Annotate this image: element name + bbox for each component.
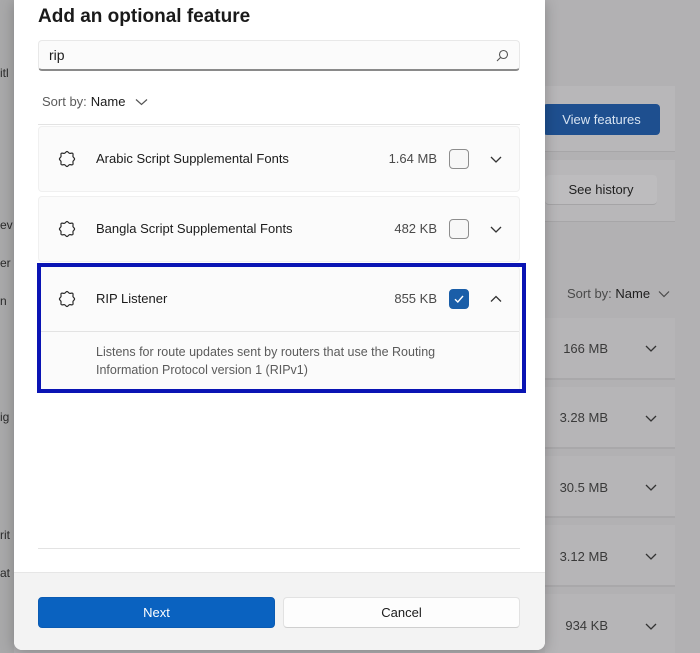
background-left-panel bbox=[0, 0, 14, 653]
checkmark-icon bbox=[454, 295, 464, 304]
list-bottom-divider bbox=[38, 548, 520, 549]
feature-size: 855 KB bbox=[394, 291, 437, 306]
background-feature-size: 166 MB bbox=[563, 341, 608, 356]
sort-value: Name bbox=[90, 94, 126, 109]
feature-item-header[interactable]: Bangla Script Supplemental Fonts 482 KB bbox=[39, 197, 519, 261]
chevron-down-icon[interactable] bbox=[644, 480, 658, 494]
feature-size: 482 KB bbox=[394, 221, 437, 236]
cancel-button[interactable]: Cancel bbox=[283, 597, 520, 628]
background-feature-size: 3.28 MB bbox=[559, 410, 608, 425]
chevron-down-icon[interactable] bbox=[644, 341, 658, 355]
view-features-button[interactable]: View features bbox=[543, 104, 660, 135]
sort-label: Sort by: bbox=[42, 94, 87, 109]
puzzle-gear-icon bbox=[58, 220, 76, 238]
chevron-down-icon[interactable] bbox=[644, 411, 658, 425]
background-sort-label: Sort by: bbox=[567, 286, 612, 301]
background-text-fragment: n bbox=[0, 294, 7, 308]
feature-size: 1.64 MB bbox=[388, 151, 437, 166]
list-top-divider bbox=[38, 124, 520, 125]
background-feature-size: 3.12 MB bbox=[559, 549, 608, 564]
chevron-down-icon[interactable] bbox=[489, 152, 503, 166]
next-button[interactable]: Next bbox=[38, 597, 275, 628]
background-text-fragment: itl bbox=[0, 66, 9, 80]
puzzle-gear-icon bbox=[58, 290, 76, 308]
puzzle-gear-icon bbox=[58, 150, 76, 168]
sort-dropdown[interactable]: Sort by: Name bbox=[42, 94, 148, 109]
chevron-down-icon[interactable] bbox=[489, 222, 503, 236]
feature-item-expanded[interactable]: RIP Listener 855 KB Listens for route up… bbox=[38, 266, 520, 393]
chevron-down-icon[interactable] bbox=[644, 549, 658, 563]
chevron-down-icon[interactable] bbox=[644, 619, 658, 633]
feature-item[interactable]: Arabic Script Supplemental Fonts 1.64 MB bbox=[38, 126, 520, 192]
search-box[interactable] bbox=[38, 40, 520, 71]
background-feature-size: 30.5 MB bbox=[559, 480, 608, 495]
feature-checkbox[interactable] bbox=[449, 149, 469, 169]
dialog-footer: Next Cancel bbox=[14, 572, 545, 650]
add-optional-feature-dialog: Add an optional feature Sort by: Name Ar… bbox=[14, 0, 545, 650]
see-history-button[interactable]: See history bbox=[545, 175, 657, 205]
search-input[interactable] bbox=[49, 47, 479, 63]
background-text-fragment: rit bbox=[0, 528, 10, 542]
background-sort-value: Name bbox=[615, 286, 651, 301]
background-text-fragment: er bbox=[0, 256, 11, 270]
feature-description: Listens for route updates sent by router… bbox=[39, 331, 519, 392]
chevron-up-icon[interactable] bbox=[489, 292, 503, 306]
background-sort-dropdown[interactable]: Sort by: Name bbox=[567, 286, 670, 301]
chevron-down-icon bbox=[136, 98, 148, 105]
feature-name: Bangla Script Supplemental Fonts bbox=[96, 221, 293, 236]
dialog-title: Add an optional feature bbox=[38, 6, 251, 27]
feature-checkbox[interactable] bbox=[449, 219, 469, 239]
background-text-fragment: ev bbox=[0, 218, 13, 232]
feature-checkbox-checked[interactable] bbox=[449, 289, 469, 309]
background-text-fragment: at bbox=[0, 566, 11, 580]
feature-item-header[interactable]: RIP Listener 855 KB bbox=[39, 267, 519, 331]
feature-name: RIP Listener bbox=[96, 291, 168, 306]
background-feature-size: 934 KB bbox=[565, 618, 608, 633]
feature-item[interactable]: Bangla Script Supplemental Fonts 482 KB bbox=[38, 196, 520, 262]
feature-item-header[interactable]: Arabic Script Supplemental Fonts 1.64 MB bbox=[39, 127, 519, 191]
chevron-down-icon bbox=[658, 291, 670, 298]
feature-name: Arabic Script Supplemental Fonts bbox=[96, 151, 289, 166]
search-icon[interactable] bbox=[496, 49, 509, 62]
background-text-fragment: ig bbox=[0, 410, 10, 424]
